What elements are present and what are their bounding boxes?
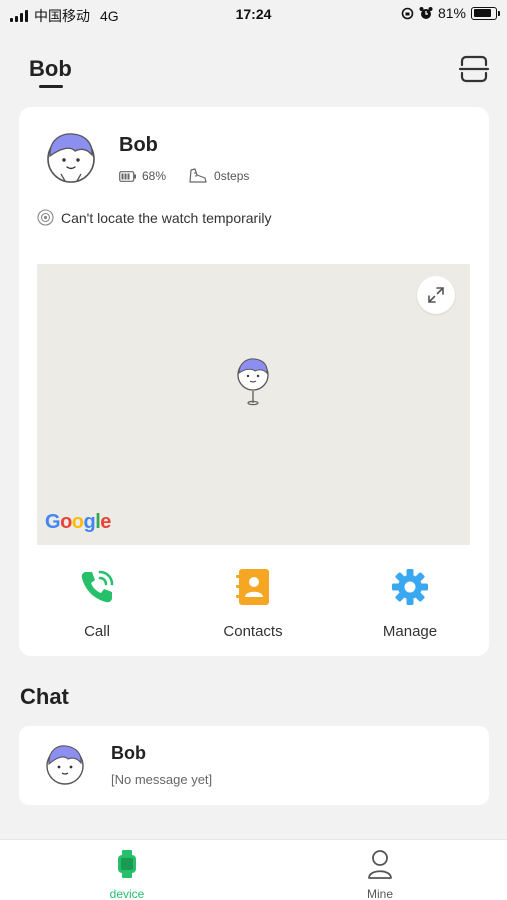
expand-icon [428, 287, 444, 303]
battery-icon [471, 6, 500, 20]
watch-icon [118, 850, 136, 878]
chat-section-title: Chat [20, 684, 69, 709]
map-view[interactable]: Google [37, 264, 470, 545]
steps-group: 0steps [188, 168, 249, 184]
page-title[interactable]: Bob [29, 56, 72, 82]
google-logo: Google [45, 511, 111, 533]
bottom-tab-bar: device Mine [0, 839, 507, 900]
steps-count: 0steps [214, 169, 250, 183]
device-location-pin[interactable] [235, 357, 271, 407]
device-stats: 68% 0steps [119, 168, 249, 184]
contacts-label: Contacts [223, 623, 283, 640]
chat-last-message: [No message yet] [111, 772, 213, 787]
manage-button[interactable]: Manage [350, 567, 470, 640]
quick-actions: Call Contacts Manage [19, 567, 489, 640]
battery-fill [473, 9, 491, 17]
manage-label: Manage [382, 623, 438, 640]
gear-icon [392, 569, 428, 605]
tab-device-label: device [109, 887, 145, 900]
device-battery: 68% [142, 169, 167, 183]
battery-level-icon [119, 170, 136, 182]
contacts-button[interactable]: Contacts [193, 567, 313, 640]
chat-contact-name: Bob [111, 743, 146, 763]
call-label: Call [84, 623, 110, 640]
shoe-icon [189, 168, 207, 183]
title-underline [39, 85, 63, 88]
call-button[interactable]: Call [37, 567, 157, 640]
chat-list-item[interactable]: Bob [No message yet] [19, 726, 489, 805]
status-bar: 中国移动 4G 17:24 81% [0, 0, 507, 28]
location-status[interactable]: Can't locate the watch temporarily [37, 209, 271, 226]
avatar[interactable] [45, 129, 97, 185]
device-card: Bob 68% 0steps Can't locate the watch te… [19, 107, 489, 656]
person-icon [368, 850, 392, 879]
tab-device[interactable]: device [87, 848, 167, 900]
device-name: Bob [119, 134, 158, 156]
locate-icon [37, 209, 54, 226]
tab-mine-label: Mine [366, 887, 393, 900]
chat-avatar [46, 745, 84, 785]
tab-mine[interactable]: Mine [340, 848, 420, 900]
phone-icon [81, 570, 114, 603]
scan-button[interactable] [458, 55, 490, 83]
expand-map-button[interactable] [417, 276, 455, 314]
contacts-book-icon [236, 569, 269, 605]
battery-percent: 81% [437, 5, 466, 21]
alarm-icon [419, 7, 433, 19]
orientation-lock-icon [401, 7, 414, 19]
status-right: 81% [401, 5, 500, 21]
location-status-text: Can't locate the watch temporarily [61, 209, 272, 226]
